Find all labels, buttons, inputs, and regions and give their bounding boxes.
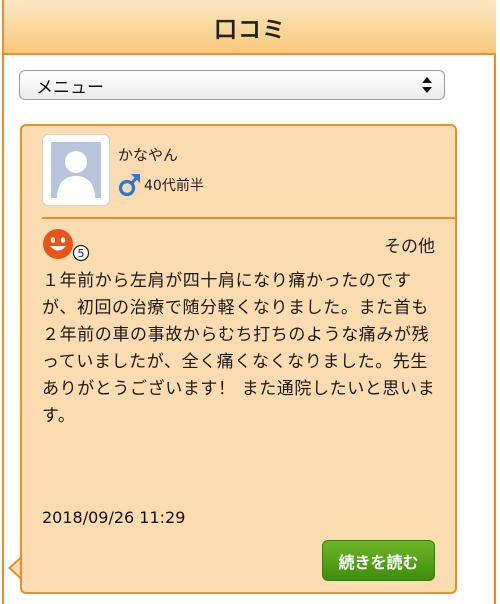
review-body-text: １年前から左肩が四十肩になり痛かったのですが、初回の治療で随分軽くなりました。ま… xyxy=(42,271,436,426)
menu-dropdown-value: メニュー xyxy=(36,77,104,98)
user-silhouette-icon xyxy=(51,142,101,198)
review-card: かなやん 40代前半 5 その他 １年前から左肩が四十肩になり痛かったのですが、… xyxy=(20,124,457,594)
review-date: 2018/09/26 11:29 xyxy=(42,508,186,527)
menu-dropdown[interactable]: メニュー xyxy=(19,70,445,100)
rating-badge: 5 xyxy=(42,228,94,262)
page-title: 口コミ xyxy=(214,16,286,43)
avatar xyxy=(42,134,110,206)
smile-face-icon xyxy=(43,229,73,259)
read-more-button[interactable]: 続きを読む xyxy=(322,540,435,581)
review-category: その他 xyxy=(384,237,435,257)
page-header: 口コミ xyxy=(4,0,496,55)
male-icon xyxy=(118,174,140,197)
select-arrows-icon xyxy=(416,74,438,96)
card-divider xyxy=(42,217,456,219)
rating-number-circle: 5 xyxy=(72,244,90,262)
reviewer-name: かなやん xyxy=(118,146,179,164)
reviewer-age: 40代前半 xyxy=(144,178,204,194)
rating-value: 5 xyxy=(78,247,85,260)
reviewer-demographics: 40代前半 xyxy=(118,172,204,198)
